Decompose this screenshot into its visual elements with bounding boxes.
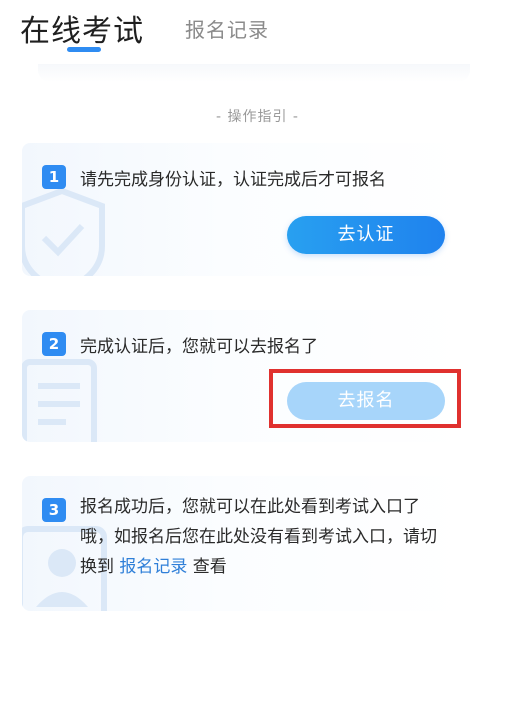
active-tab-indicator: [67, 47, 101, 52]
tab-registration-records[interactable]: 报名记录: [185, 14, 269, 43]
step-number-badge: 3: [42, 498, 66, 522]
step-text: 完成认证后，您就可以去报名了: [80, 337, 318, 357]
step-number-badge: 1: [42, 165, 66, 189]
step-number-badge: 2: [42, 332, 66, 356]
header-shadow: [38, 64, 470, 82]
tab-online-exam[interactable]: 在线考试: [20, 6, 144, 50]
step-card-exam-entry: 3 报名成功后，您就可以在此处看到考试入口了哦，如报名后您在此处没有看到考试入口…: [22, 476, 466, 611]
guide-title: - 操作指引 -: [215, 109, 299, 125]
step-card-verify: 1 请先完成身份认证，认证完成后才可报名: [22, 143, 466, 276]
go-verify-button[interactable]: 去认证: [287, 216, 445, 254]
step-text: 请先完成身份认证，认证完成后才可报名: [80, 170, 386, 190]
top-tabs: 在线考试 报名记录: [0, 0, 515, 60]
step-text: 报名成功后，您就可以在此处看到考试入口了哦，如报名后您在此处没有看到考试入口，请…: [80, 492, 452, 582]
step-text-after: 查看: [187, 557, 227, 577]
signup-highlight-box: [269, 369, 461, 428]
registration-records-link[interactable]: 报名记录: [119, 557, 187, 577]
